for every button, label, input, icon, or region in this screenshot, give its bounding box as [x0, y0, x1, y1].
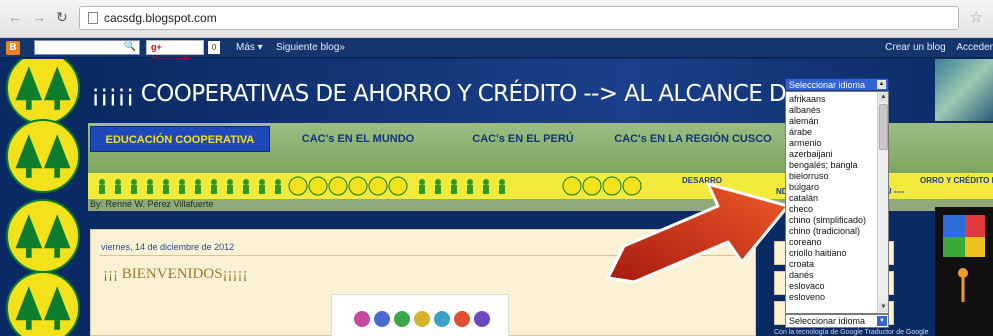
cooperative-logo-icon — [6, 271, 80, 336]
create-blog-link[interactable]: Crear un blog — [885, 42, 946, 53]
language-option[interactable]: checo — [789, 204, 813, 214]
google-plus-icon: g+ — [151, 42, 162, 52]
byline: By: Renné W. Pérez Villafuerte — [90, 199, 214, 209]
scroll-thumb[interactable] — [879, 104, 888, 150]
post-image — [331, 294, 509, 336]
cooperative-logo-icon — [6, 199, 80, 273]
sign-in-link[interactable]: Acceder — [956, 42, 993, 53]
chevron-down-icon: ▼ — [877, 316, 887, 326]
search-icon[interactable]: 🔍 — [124, 41, 136, 52]
forward-arrow-icon[interactable]: → — [32, 9, 46, 25]
language-option[interactable]: criollo haitiano — [789, 248, 847, 258]
language-option[interactable]: búlgaro — [789, 182, 819, 192]
cooperative-people-icons — [99, 176, 642, 196]
next-blog-link[interactable]: Siguiente blog» — [276, 42, 345, 53]
language-option[interactable]: azerbaijani — [789, 149, 833, 159]
language-select[interactable]: Seleccionar idioma ▼ — [785, 314, 889, 328]
blogger-logo-icon[interactable]: B — [6, 41, 20, 55]
language-option[interactable]: coreano — [789, 237, 822, 247]
blog-title[interactable]: ¡¡¡¡¡ COOPERATIVAS DE AHORRO Y CRÉDITO -… — [91, 81, 887, 107]
url-text: cacsdg.blogspot.com — [104, 11, 217, 25]
language-option[interactable]: eslovaco — [789, 281, 825, 291]
language-select-label: Seleccionar idioma — [789, 80, 866, 90]
language-option[interactable]: albanés — [789, 105, 821, 115]
scroll-up-icon[interactable]: ▲ — [879, 93, 888, 102]
cooperative-logo-icon — [6, 119, 80, 193]
language-option[interactable]: bielorruso — [789, 171, 829, 181]
language-option[interactable]: esloveno — [789, 292, 825, 302]
reload-icon[interactable]: ↻ — [56, 9, 68, 26]
language-option[interactable]: alemán — [789, 116, 819, 126]
language-option[interactable]: armenio — [789, 138, 822, 148]
tab-cacs-cusco[interactable]: CAC's EN LA REGIÓN CUSCO — [603, 126, 783, 152]
post-title[interactable]: ¡¡¡ BIENVENIDOS¡¡¡¡¡ — [103, 266, 248, 283]
strip-text: DESARRO — [682, 176, 723, 185]
share-count: 0 — [208, 41, 220, 54]
language-option[interactable]: catalán — [789, 193, 818, 203]
scroll-down-icon[interactable]: ▼ — [879, 303, 888, 312]
address-bar[interactable]: cacsdg.blogspot.com — [79, 6, 959, 30]
page-icon — [88, 12, 98, 24]
language-option[interactable]: danés — [789, 270, 814, 280]
translate-credit: Con la tecnología de Google Traductor de… — [774, 329, 929, 336]
post: viernes, 14 de diciembre de 2012 ¡¡¡ BIE… — [90, 229, 756, 336]
language-option[interactable]: afrikaans — [789, 94, 826, 104]
language-option[interactable]: bengalés; bangla — [789, 160, 858, 170]
blogger-navbar: B 🔍 g+ Compartir 0 Más ▾ Siguiente blog»… — [0, 38, 993, 65]
share-button[interactable]: g+ Compartir — [146, 40, 204, 65]
divider — [99, 255, 747, 256]
language-option[interactable]: croata — [789, 259, 814, 269]
navbar-right: Crear un blog Acceder — [885, 42, 993, 53]
browser-toolbar: ← → ↻ cacsdg.blogspot.com ☆ — [0, 0, 993, 38]
language-select-label: Seleccionar idioma — [789, 316, 866, 326]
post-date: viernes, 14 de diciembre de 2012 — [101, 242, 235, 252]
blog-search-input[interactable]: 🔍 — [34, 40, 140, 55]
back-arrow-icon[interactable]: ← — [8, 9, 22, 25]
header-photo — [935, 59, 993, 121]
left-logo-column — [0, 59, 88, 336]
language-select-highlight[interactable]: Seleccionar idioma ▲ — [785, 78, 889, 91]
tab-cacs-peru[interactable]: CAC's EN EL PERÚ — [448, 126, 598, 152]
more-menu[interactable]: Más ▾ — [236, 42, 263, 53]
star-icon[interactable]: ☆ — [970, 8, 983, 26]
puzzle-figure-image — [935, 207, 993, 336]
language-option[interactable]: árabe — [789, 127, 812, 137]
scrollbar[interactable]: ▲ ▼ — [877, 92, 888, 313]
language-option[interactable]: chino (simplificado) — [789, 215, 866, 225]
strip-text: ORRO Y CRÉDITO DE LA — [920, 176, 993, 185]
language-list[interactable]: afrikaans albanés alemán árabe armenio a… — [785, 91, 889, 314]
chevron-down-icon: ▲ — [877, 80, 886, 89]
language-option[interactable]: chino (tradicional) — [789, 226, 860, 236]
cooperative-logo-icon — [6, 59, 80, 125]
tab-cacs-mundo[interactable]: CAC's EN EL MUNDO — [273, 126, 443, 152]
tab-educacion-cooperativa[interactable]: EDUCACIÓN COOPERATIVA — [90, 126, 270, 152]
